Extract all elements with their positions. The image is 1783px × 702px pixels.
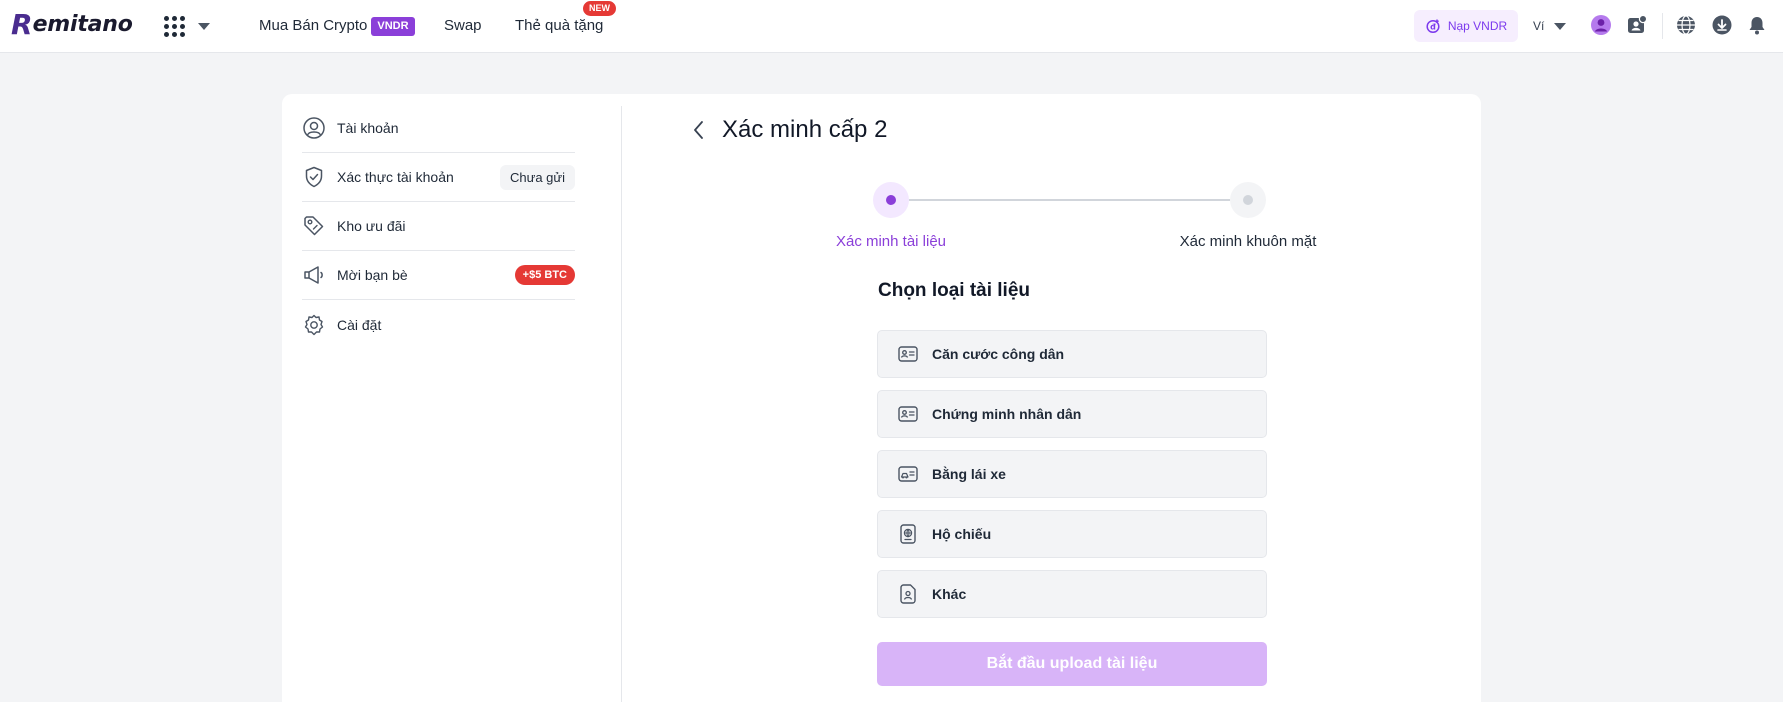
start-upload-button[interactable]: Bắt đầu upload tài liệu xyxy=(877,642,1267,686)
section-title: Chọn loại tài liệu xyxy=(878,280,1031,301)
document-icon xyxy=(898,584,918,604)
sidebar-item-label: Cài đặt xyxy=(337,316,382,333)
nav-buy-crypto[interactable]: Mua Bán Crypto VNDR xyxy=(259,15,415,37)
shield-check-icon xyxy=(302,165,326,189)
profile-card-icon[interactable] xyxy=(1626,14,1648,36)
sidebar-item-label: Kho ưu đãi xyxy=(337,218,406,234)
doc-option-national-id[interactable]: Chứng minh nhân dân xyxy=(877,390,1267,438)
sidebar-item-label: Mời bạn bè xyxy=(337,267,408,283)
step-indicator-inactive xyxy=(1230,182,1266,218)
nav-swap[interactable]: Swap xyxy=(444,15,482,37)
passport-icon xyxy=(898,524,918,544)
step-connector xyxy=(909,199,1230,201)
step-label-face: Xác minh khuôn mặt xyxy=(1179,233,1317,250)
chevron-left-icon xyxy=(694,121,703,139)
back-button[interactable] xyxy=(687,114,711,146)
avatar-icon xyxy=(1591,15,1611,35)
new-badge: NEW xyxy=(583,1,616,16)
doc-option-passport[interactable]: Hộ chiếu xyxy=(877,510,1267,558)
step-indicator-active xyxy=(873,182,909,218)
wallet-label: Ví xyxy=(1533,19,1545,33)
referral-badge: +$5 BTC xyxy=(514,265,575,285)
download-icon[interactable] xyxy=(1711,14,1733,36)
wallet-menu[interactable]: Ví xyxy=(1533,16,1567,36)
doc-option-label: Khác xyxy=(932,586,967,602)
account-sidebar: Tài khoản Xác thực tài khoản Chưa gửi Kh… xyxy=(302,104,575,349)
doc-option-driver-license[interactable]: Bằng lái xe xyxy=(877,450,1267,498)
deposit-label: Nạp VNDR xyxy=(1447,19,1508,33)
top-header: R emitano Mua Bán Crypto VNDR Swap Thẻ q… xyxy=(0,0,1783,53)
doc-option-citizen-id[interactable]: Căn cước công dân xyxy=(877,330,1267,378)
user-icon xyxy=(302,116,326,140)
sidebar-divider xyxy=(621,106,622,702)
tag-icon xyxy=(302,214,326,238)
logo-text: emitano xyxy=(32,12,133,37)
sidebar-item-verify-account[interactable]: Xác thực tài khoản Chưa gửi xyxy=(302,153,575,202)
id-card-icon xyxy=(898,344,918,364)
avatar[interactable] xyxy=(1590,14,1612,36)
gear-icon xyxy=(302,313,326,337)
logo-mark: R xyxy=(11,8,33,41)
globe-icon[interactable] xyxy=(1675,14,1697,36)
header-divider xyxy=(1662,13,1663,39)
chevron-down-icon xyxy=(1554,22,1567,30)
megaphone-icon xyxy=(302,263,326,287)
driver-license-icon xyxy=(898,464,918,484)
nav-gift-card[interactable]: Thẻ quà tặng xyxy=(515,15,603,37)
chevron-down-icon xyxy=(198,22,210,30)
sidebar-item-label: Xác thực tài khoản xyxy=(337,169,454,185)
remitano-logo[interactable]: R emitano xyxy=(11,10,133,40)
sidebar-item-label: Tài khoản xyxy=(337,120,399,136)
svg-text:đ: đ xyxy=(1430,23,1436,32)
apps-grid-icon xyxy=(164,15,185,37)
sidebar-item-settings[interactable]: Cài đặt xyxy=(302,300,575,349)
deposit-icon: đ xyxy=(1426,19,1440,34)
main-card: Tài khoản Xác thực tài khoản Chưa gửi Kh… xyxy=(282,94,1481,702)
sidebar-item-invite-friends[interactable]: Mời bạn bè +$5 BTC xyxy=(302,251,575,300)
doc-option-label: Căn cước công dân xyxy=(932,346,1065,362)
doc-option-label: Chứng minh nhân dân xyxy=(932,406,1082,422)
bell-icon[interactable] xyxy=(1746,14,1768,36)
doc-option-label: Bằng lái xe xyxy=(932,466,1006,482)
apps-menu-button[interactable] xyxy=(164,13,220,39)
page-title: Xác minh cấp 2 xyxy=(722,116,888,143)
sidebar-item-rewards[interactable]: Kho ưu đãi xyxy=(302,202,575,251)
sidebar-item-account[interactable]: Tài khoản xyxy=(302,104,575,153)
id-card-icon xyxy=(898,404,918,424)
deposit-vndr-button[interactable]: đ Nạp VNDR xyxy=(1414,10,1518,42)
doc-option-other[interactable]: Khác xyxy=(877,570,1267,618)
status-badge: Chưa gửi xyxy=(500,164,575,190)
vndr-badge: VNDR xyxy=(371,16,415,36)
doc-option-label: Hộ chiếu xyxy=(932,526,992,542)
step-label-document: Xác minh tài liệu xyxy=(835,233,947,250)
nav-buy-crypto-label: Mua Bán Crypto xyxy=(259,17,368,34)
document-type-list: Căn cước công dân Chứng minh nhân dân Bằ… xyxy=(877,330,1267,630)
